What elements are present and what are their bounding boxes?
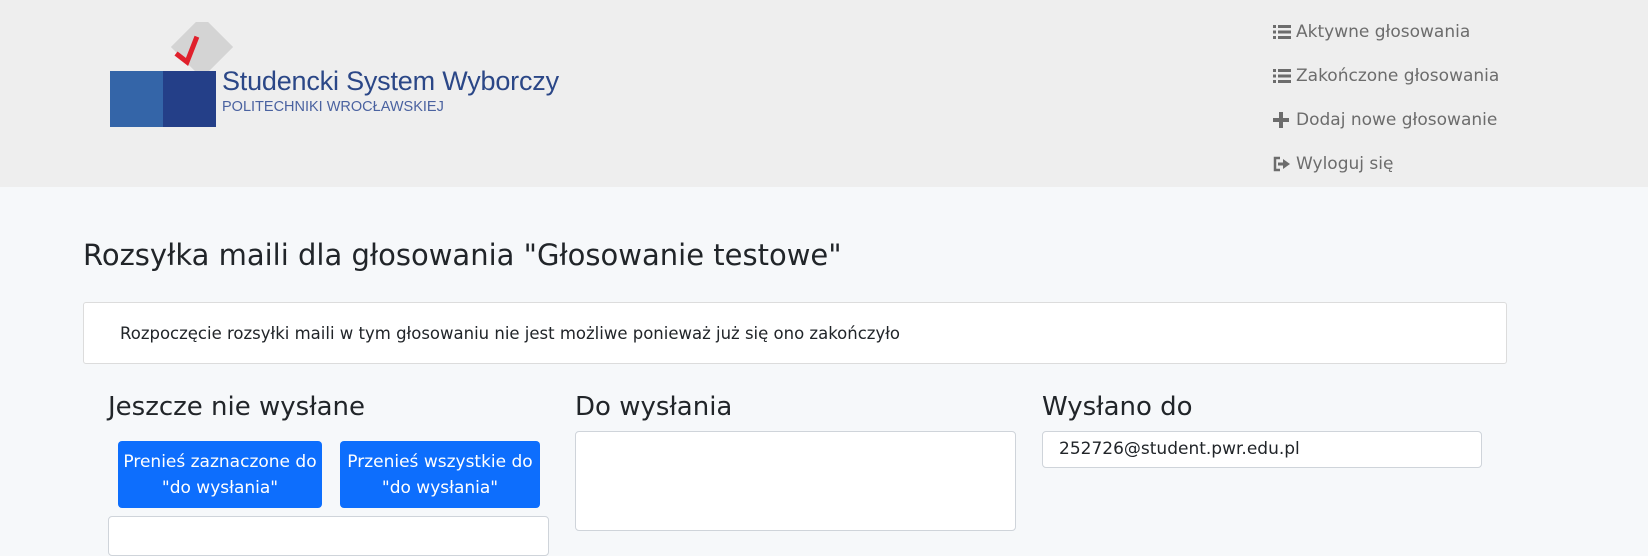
page-title: Rozsyłka maili dla głosowania "Głosowani…	[83, 238, 842, 272]
logo-title: Studencki System Wyborczy	[222, 66, 559, 96]
move-selected-button[interactable]: Prenieś zaznaczone do "do wysłania"	[118, 441, 322, 508]
plus-icon	[1273, 112, 1293, 128]
nav-item-logout[interactable]: Wyloguj się	[1273, 142, 1499, 186]
sign-out-icon	[1273, 156, 1293, 172]
nav-label: Aktywne głosowania	[1296, 22, 1471, 42]
to-send-title: Do wysłania	[575, 392, 733, 422]
nav-item-finished-votes[interactable]: Zakończone głosowania	[1273, 54, 1499, 98]
logo-subtitle: POLITECHNIKI WROCŁAWSKIEJ	[222, 99, 444, 115]
nav-item-add-vote[interactable]: Dodaj nowe głosowanie	[1273, 98, 1499, 142]
sent-title: Wysłano do	[1042, 392, 1193, 422]
logo-text: Studencki System Wyborczy POLITECHNIKI W…	[222, 66, 559, 115]
header: Studencki System Wyborczy POLITECHNIKI W…	[0, 0, 1648, 187]
main-nav: Aktywne głosowania Zakończone głosowania…	[1273, 10, 1499, 186]
nav-label: Zakończone głosowania	[1296, 66, 1500, 86]
sent-email-item[interactable]: 252726@student.pwr.edu.pl	[1042, 431, 1482, 468]
nav-item-active-votes[interactable]: Aktywne głosowania	[1273, 10, 1499, 54]
not-sent-title: Jeszcze nie wysłane	[108, 392, 366, 422]
list-icon	[1273, 24, 1293, 40]
alert-text: Rozpoczęcie rozsyłki maili w tym głosowa…	[120, 324, 901, 343]
nav-label: Dodaj nowe głosowanie	[1296, 110, 1498, 130]
not-sent-list[interactable]	[108, 516, 549, 556]
list-icon	[1273, 68, 1293, 84]
to-send-list[interactable]	[575, 431, 1016, 531]
nav-label: Wyloguj się	[1296, 154, 1394, 174]
info-alert: Rozpoczęcie rozsyłki maili w tym głosowa…	[83, 302, 1507, 364]
move-all-button[interactable]: Przenieś wszystkie do "do wysłania"	[340, 441, 540, 508]
